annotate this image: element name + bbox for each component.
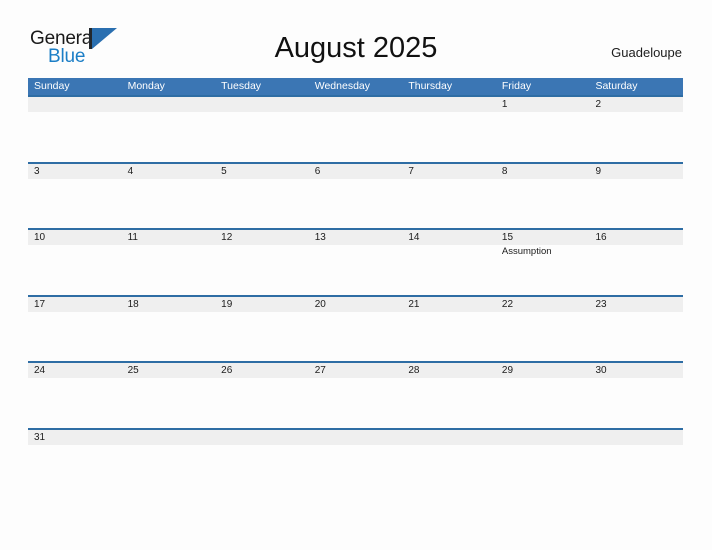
day-number: 19 <box>221 298 233 310</box>
day-cell[interactable]: 17 <box>28 297 122 362</box>
page-header: General Blue August 2025 Guadeloupe <box>0 0 712 76</box>
day-number: 25 <box>127 365 139 376</box>
day-number: 13 <box>314 232 326 243</box>
weekday-sunday: Sunday <box>34 80 70 92</box>
day-number: 26 <box>221 365 233 376</box>
week-row: 24 25 26 27 28 29 30 <box>28 361 683 428</box>
day-cell[interactable]: 11 <box>122 230 216 295</box>
day-number: 8 <box>501 165 508 177</box>
day-number: 7 <box>408 165 414 177</box>
day-cell[interactable] <box>402 430 496 495</box>
day-cell[interactable]: 9 <box>589 164 683 229</box>
day-number: 21 <box>408 298 420 310</box>
day-cell[interactable]: 1 <box>496 97 590 162</box>
day-cell[interactable]: 4 <box>122 164 216 229</box>
day-cell[interactable] <box>589 430 683 495</box>
day-number: 22 <box>501 298 514 310</box>
day-number: 29 <box>501 365 514 376</box>
day-number: 17 <box>34 298 46 310</box>
day-cell[interactable]: 30 <box>589 363 683 428</box>
day-number: 3 <box>34 165 40 177</box>
day-cell[interactable]: 31 <box>28 430 122 495</box>
day-cell[interactable]: 29 <box>496 363 590 428</box>
day-number: 10 <box>34 232 46 243</box>
day-cell[interactable]: 6 <box>309 164 403 229</box>
day-cell[interactable]: 16 <box>589 230 683 295</box>
day-cell[interactable]: 14 <box>402 230 496 295</box>
day-cell[interactable]: 18 <box>122 297 216 362</box>
day-number: 14 <box>408 232 420 243</box>
day-number: 20 <box>314 298 326 310</box>
day-cell[interactable]: 10 <box>28 230 122 295</box>
day-cell[interactable] <box>309 97 403 162</box>
weekday-monday: Monday <box>127 80 165 92</box>
day-cell[interactable]: 7 <box>402 164 496 229</box>
day-number: 12 <box>221 232 233 243</box>
day-cell[interactable] <box>402 97 496 162</box>
weekday-friday: Friday <box>501 80 532 92</box>
week-row: 31 <box>28 427 683 495</box>
day-cell[interactable]: 26 <box>215 363 309 428</box>
day-number: 15 <box>501 232 514 243</box>
day-number: 28 <box>408 365 420 376</box>
day-number: 30 <box>595 365 607 376</box>
day-cell[interactable]: 23 <box>589 297 683 362</box>
day-number: 9 <box>595 165 602 177</box>
day-cell[interactable]: 2 <box>589 97 683 162</box>
day-cell[interactable] <box>309 430 403 495</box>
weekday-saturday: Saturday <box>595 80 638 92</box>
day-number: 2 <box>595 99 602 110</box>
day-cell[interactable]: 19 <box>215 297 309 362</box>
day-cell[interactable] <box>215 97 309 162</box>
day-number: 31 <box>34 431 46 443</box>
calendar-page: General Blue August 2025 Guadeloupe Sund… <box>0 0 712 550</box>
week-row: 10 11 12 13 14 15 Assumption 16 <box>28 228 683 295</box>
day-number: 4 <box>127 165 134 177</box>
calendar-grid: Sunday Monday Tuesday Wednesday Thursday… <box>28 78 683 494</box>
day-number: 6 <box>314 165 321 177</box>
day-number: 24 <box>34 365 46 376</box>
week-row: 17 18 19 20 21 22 23 <box>28 294 683 362</box>
day-cell[interactable]: 3 <box>28 164 122 229</box>
day-number: 1 <box>501 99 508 110</box>
day-number: 11 <box>127 232 138 243</box>
weekday-wednesday: Wednesday <box>314 80 370 92</box>
day-cell[interactable] <box>28 97 122 162</box>
day-cell[interactable] <box>496 430 590 495</box>
day-cell[interactable]: 24 <box>28 363 122 428</box>
day-number: 23 <box>595 298 607 310</box>
day-number: 16 <box>595 232 607 243</box>
day-cell[interactable]: 12 <box>215 230 309 295</box>
weekday-header-row: Sunday Monday Tuesday Wednesday Thursday… <box>28 78 683 95</box>
day-cell[interactable]: 21 <box>402 297 496 362</box>
weekday-tuesday: Tuesday <box>221 80 262 92</box>
day-number: 5 <box>221 165 227 177</box>
day-cell-holiday[interactable]: 15 Assumption <box>496 230 590 295</box>
day-number: 27 <box>314 365 326 376</box>
locale-label: Guadeloupe <box>611 45 682 60</box>
day-cell[interactable]: 22 <box>496 297 590 362</box>
weekday-thursday: Thursday <box>408 80 453 92</box>
page-title: August 2025 <box>274 32 438 64</box>
day-cell[interactable] <box>122 430 216 495</box>
day-cell[interactable]: 20 <box>309 297 403 362</box>
week-row: 3 4 5 6 7 8 9 <box>28 161 683 229</box>
day-number: 18 <box>127 298 139 310</box>
day-cell[interactable]: 25 <box>122 363 216 428</box>
day-cell[interactable]: 28 <box>402 363 496 428</box>
day-cell[interactable]: 13 <box>309 230 403 295</box>
week-row: 1 2 <box>28 95 683 162</box>
day-cell[interactable]: 8 <box>496 164 590 229</box>
day-cell[interactable] <box>215 430 309 495</box>
day-cell[interactable]: 5 <box>215 164 309 229</box>
day-event: Assumption <box>501 246 552 257</box>
day-cell[interactable]: 27 <box>309 363 403 428</box>
day-cell[interactable] <box>122 97 216 162</box>
